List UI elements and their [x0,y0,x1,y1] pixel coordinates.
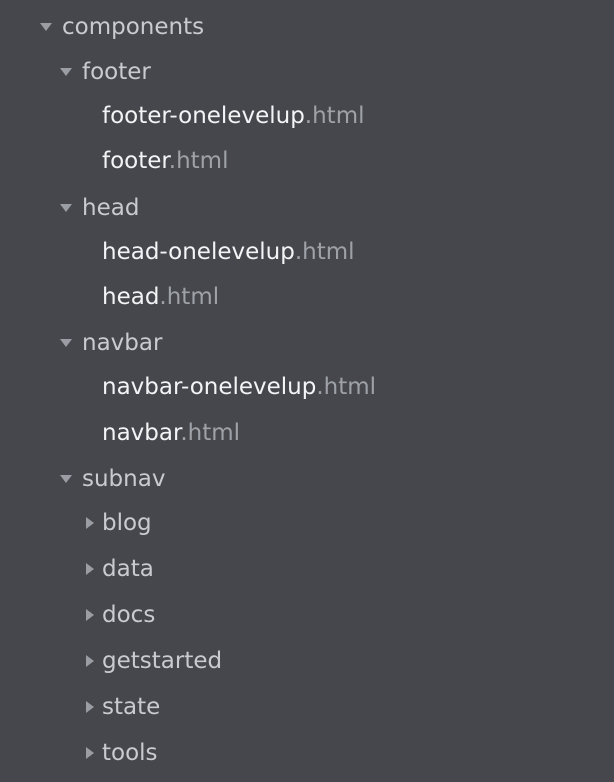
folder-label: getstarted [102,648,223,674]
file-label: head-onelevelup.html [102,229,355,275]
file-label: footer-onelevelup.html [102,93,365,139]
tree-folder-head[interactable]: head [0,185,614,231]
folder-label: blog [102,510,152,536]
folder-label: docs [102,602,156,628]
tree-file-head[interactable]: head.html [0,274,614,320]
caret-right-icon[interactable] [84,638,98,684]
caret-right-icon[interactable] [84,500,98,546]
caret-down-icon[interactable] [60,49,74,95]
file-label: navbar-onelevelup.html [102,364,376,410]
file-extension: .html [180,420,241,446]
file-name: head [102,284,160,310]
file-name: navbar [102,420,181,446]
file-extension: .html [168,148,229,174]
folder-label: state [102,694,161,720]
folder-label: footer [82,59,151,85]
tree-folder-state[interactable]: state [0,684,614,730]
caret-right-icon[interactable] [84,730,98,776]
tree-folder-tools[interactable]: tools [0,730,614,776]
file-label: navbar.html [102,410,240,456]
folder-label: subnav [82,466,166,492]
caret-down-icon[interactable] [60,456,74,502]
file-name: navbar-onelevelup [102,374,317,400]
file-name: head-onelevelup [102,239,295,265]
tree-folder-data[interactable]: data [0,546,614,592]
file-name: footer-onelevelup [102,103,305,129]
caret-right-icon[interactable] [84,592,98,638]
file-label: footer.html [102,138,228,184]
tree-file-footer-onelevelup[interactable]: footer-onelevelup.html [0,93,614,139]
caret-down-icon[interactable] [60,320,74,366]
tree-file-navbar[interactable]: navbar.html [0,410,614,456]
caret-down-icon[interactable] [60,185,74,231]
tree-folder-getstarted[interactable]: getstarted [0,638,614,684]
caret-down-icon[interactable] [40,4,54,50]
folder-label: components [62,14,205,40]
caret-right-icon[interactable] [84,546,98,592]
tree-folder-blog[interactable]: blog [0,500,614,546]
folder-label: head [82,195,140,221]
tree-folder-footer[interactable]: footer [0,49,614,95]
file-extension: .html [304,103,365,129]
tree-file-footer[interactable]: footer.html [0,138,614,184]
file-tree: components footer footer-onelevelup.html… [0,0,614,782]
tree-folder-navbar[interactable]: navbar [0,320,614,366]
file-name: footer [102,148,169,174]
tree-folder-subnav[interactable]: subnav [0,456,614,502]
folder-label: navbar [82,330,163,356]
file-extension: .html [159,284,220,310]
folder-label: data [102,556,154,582]
tree-folder-docs[interactable]: docs [0,592,614,638]
tree-folder-components[interactable]: components [0,4,614,50]
tree-file-navbar-onelevelup[interactable]: navbar-onelevelup.html [0,364,614,410]
file-label: head.html [102,274,219,320]
caret-right-icon[interactable] [84,684,98,730]
file-extension: .html [294,239,355,265]
folder-label: tools [102,740,158,766]
file-extension: .html [316,374,377,400]
tree-file-head-onelevelup[interactable]: head-onelevelup.html [0,229,614,275]
